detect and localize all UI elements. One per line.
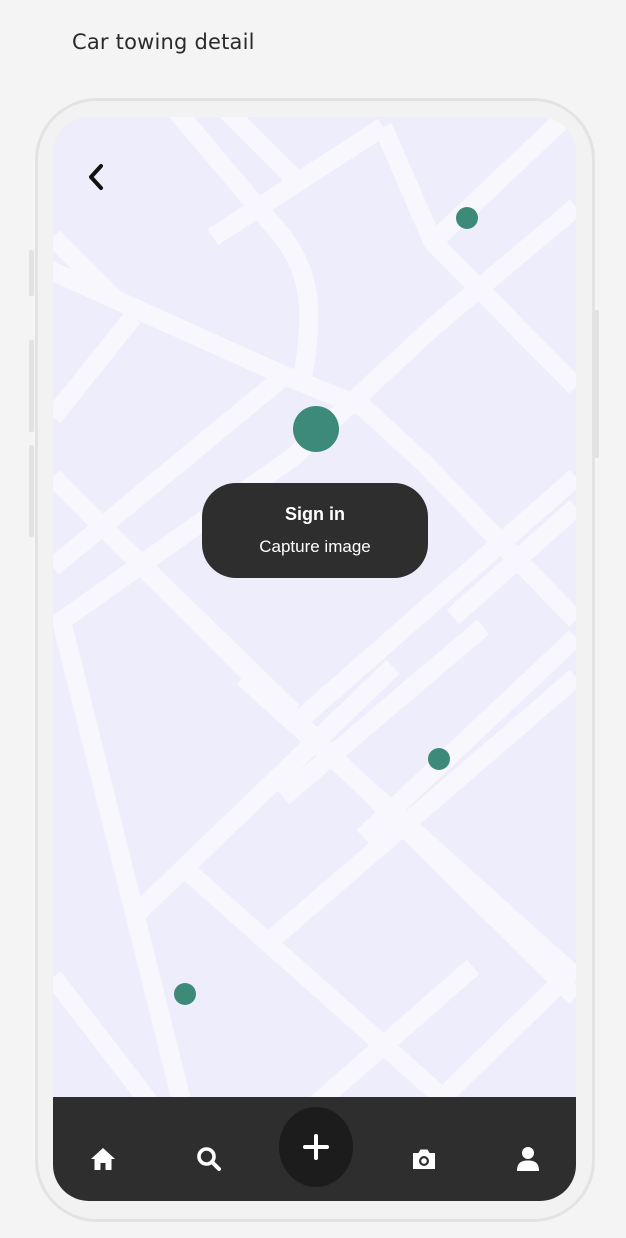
chevron-left-icon [89, 164, 103, 190]
tab-camera[interactable] [404, 1139, 444, 1179]
popup-subtitle: Capture image [259, 537, 371, 556]
phone-volume-up-button [29, 340, 34, 432]
page-title: Car towing detail [72, 30, 255, 54]
phone-volume-down-button [29, 445, 34, 537]
location-popup[interactable]: Sign in Capture image [202, 483, 428, 578]
map-marker [174, 983, 196, 1005]
add-button[interactable] [279, 1107, 353, 1187]
map-marker-primary [293, 406, 339, 452]
map-marker [428, 748, 450, 770]
phone-side-button [29, 250, 34, 296]
plus-icon [303, 1134, 329, 1160]
search-icon [197, 1147, 221, 1171]
phone-screen: Sign in Capture image [53, 117, 576, 1201]
home-icon [91, 1148, 115, 1170]
tab-home[interactable] [83, 1139, 123, 1179]
back-button[interactable] [79, 159, 113, 195]
tab-search[interactable] [189, 1139, 229, 1179]
map-marker [456, 207, 478, 229]
popup-title: Sign in [285, 504, 345, 524]
camera-icon [413, 1149, 435, 1169]
user-icon [517, 1147, 539, 1171]
map[interactable] [53, 117, 576, 1097]
tab-profile[interactable] [508, 1139, 548, 1179]
phone-power-button [594, 310, 599, 458]
